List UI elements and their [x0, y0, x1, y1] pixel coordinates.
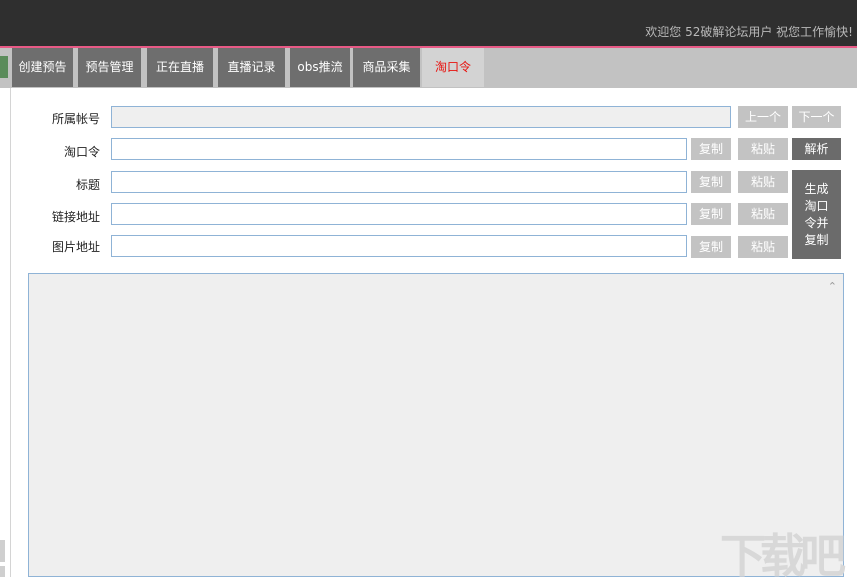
- tab-obs-stream[interactable]: obs推流: [290, 48, 350, 87]
- copy-image-button[interactable]: 复制: [691, 236, 731, 258]
- tab-preview-management[interactable]: 预告管理: [78, 48, 141, 87]
- welcome-message: 欢迎您 52破解论坛用户 祝您工作愉快!: [645, 25, 853, 39]
- tab-live-records[interactable]: 直播记录: [218, 48, 285, 87]
- link-label: 链接地址: [51, 210, 100, 224]
- tab-live-now[interactable]: 正在直播: [147, 48, 213, 87]
- copy-taokouling-button[interactable]: 复制: [691, 138, 731, 160]
- generate-taokouling-button[interactable]: 生成淘口令并复制: [792, 170, 841, 259]
- scroll-up-icon[interactable]: ⌃: [828, 280, 837, 293]
- tab-taokouling[interactable]: 淘口令: [422, 48, 484, 87]
- copy-title-button[interactable]: 复制: [691, 171, 731, 193]
- paste-title-button[interactable]: 粘贴: [738, 171, 788, 193]
- title-label: 标题: [75, 178, 100, 192]
- generate-button-label: 生成淘口令并复制: [804, 181, 829, 247]
- tab-create-preview[interactable]: 创建预告: [12, 48, 73, 87]
- app-header: 欢迎您 52破解论坛用户 祝您工作愉快!: [0, 0, 857, 46]
- account-label: 所属帐号: [51, 112, 100, 126]
- tab-product-collect[interactable]: 商品采集: [353, 48, 420, 87]
- prev-account-button[interactable]: 上一个: [738, 106, 788, 128]
- parse-button[interactable]: 解析: [792, 138, 841, 160]
- taokouling-label: 淘口令: [63, 145, 100, 159]
- link-input[interactable]: [111, 203, 687, 225]
- left-divider: [10, 88, 11, 577]
- paste-link-button[interactable]: 粘贴: [738, 203, 788, 225]
- watermark-logo: 下载吧: [720, 529, 846, 577]
- paste-image-button[interactable]: 粘贴: [738, 236, 788, 258]
- next-account-button[interactable]: 下一个: [792, 106, 841, 128]
- copy-link-button[interactable]: 复制: [691, 203, 731, 225]
- image-label: 图片地址: [51, 240, 100, 254]
- left-rail-block: [0, 540, 5, 562]
- image-input[interactable]: [111, 235, 687, 257]
- account-field[interactable]: [111, 106, 731, 128]
- taokouling-input[interactable]: [111, 138, 687, 160]
- left-rail-block: [0, 566, 5, 577]
- title-input[interactable]: [111, 171, 687, 193]
- left-edge-marker: [0, 56, 8, 78]
- paste-taokouling-button[interactable]: 粘贴: [738, 138, 788, 160]
